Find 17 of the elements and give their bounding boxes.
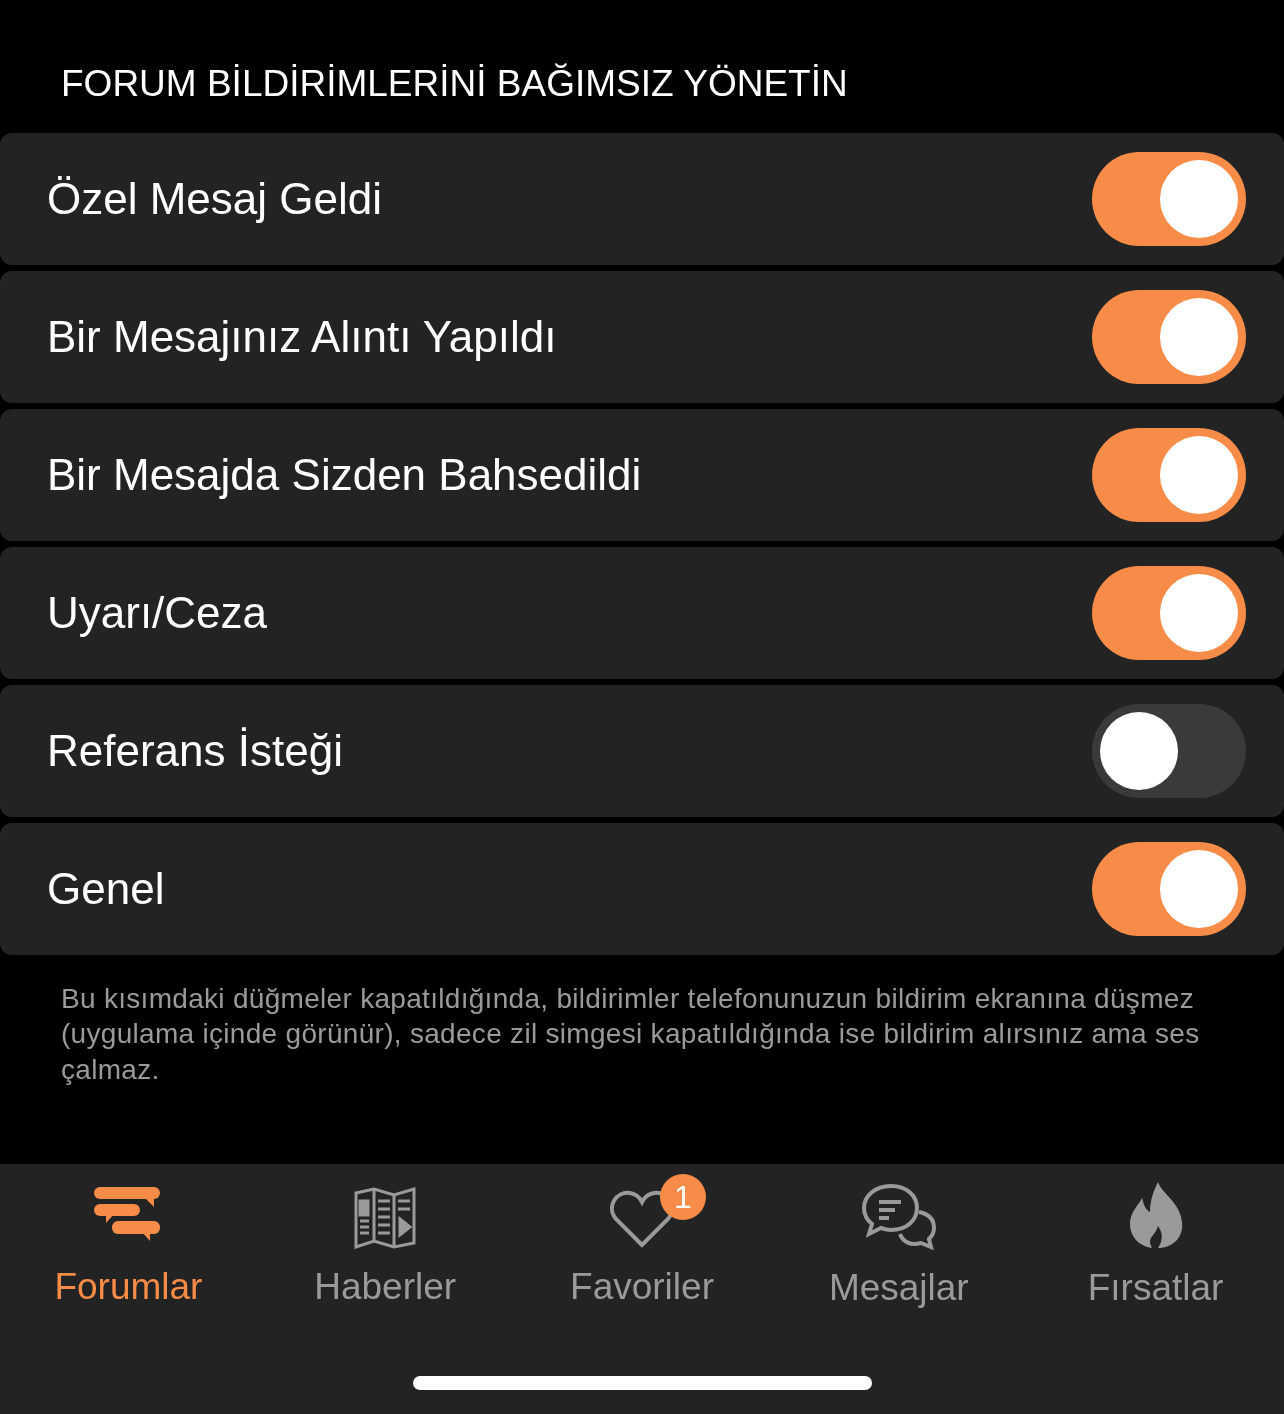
tab-item[interactable]: Mesajlar: [770, 1164, 1028, 1314]
tab-item[interactable]: Forumlar: [0, 1164, 257, 1314]
tab-item[interactable]: 1 Favoriler: [513, 1164, 771, 1314]
tab-item[interactable]: Haberler: [256, 1164, 514, 1314]
speech-bubbles-icon: [860, 1182, 937, 1250]
setting-label: Bir Mesajda Sizden Bahsedildi: [47, 448, 642, 501]
footer-note: Bu kısımdaki düğmeler kapatıldığında, bildirimler telefonunuzun bildirim ekranına düşmez (uygulama içinde görünür), sadece zil simgesi kapatıldığında ise bildirim alırsınız ama ses çalmaz.: [60, 981, 1201, 1087]
setting-label: Bir Mesajınız Alıntı Yapıldı: [47, 310, 557, 363]
setting-label: Referans İsteği: [47, 724, 343, 777]
tab-item[interactable]: Fırsatlar: [1027, 1164, 1284, 1314]
setting-label: Genel: [47, 862, 165, 915]
setting-label: Uyarı/Ceza: [47, 586, 268, 639]
notification-badge: 1: [660, 1174, 706, 1220]
section-header: FORUM BİLDİRİMLERİNİ BAĞIMSIZ YÖNETİN: [60, 62, 849, 106]
setting-label: Özel Mesaj Geldi: [47, 172, 382, 225]
flame-icon: [1127, 1180, 1184, 1250]
newspaper-icon: [354, 1186, 417, 1249]
